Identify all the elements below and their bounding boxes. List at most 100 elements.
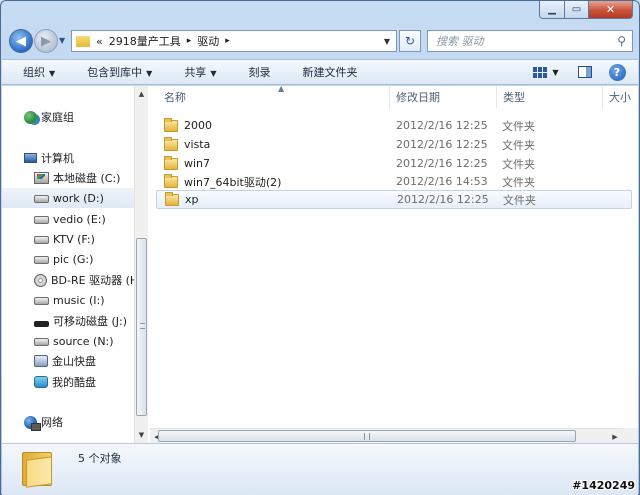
folder-icon (164, 155, 178, 170)
cloud-drive-icon (34, 376, 48, 388)
nav-item-drive-j[interactable]: 可移动磁盘 (J:) (2, 311, 134, 331)
nav-item-network[interactable]: 网络 (24, 412, 134, 432)
breadcrumb-separator[interactable]: ▸ (225, 36, 230, 46)
back-button[interactable]: ◀ (9, 29, 33, 53)
nav-item-label: pic (G:) (53, 252, 94, 266)
nav-item-drive-e[interactable]: vedio (E:) (2, 209, 134, 229)
file-name: xp (185, 193, 199, 206)
column-header-name[interactable]: 名称 ▲ (158, 84, 390, 108)
folder-icon (76, 35, 90, 47)
new-folder-button[interactable]: 新建文件夹 (282, 64, 369, 80)
drive-icon (34, 338, 49, 346)
share-menu[interactable]: 共享 ▼ (164, 64, 228, 80)
nav-item-label: 金山快盘 (52, 355, 96, 368)
file-list-pane: 名称 ▲ 修改日期 类型 大小 2000 2012/2/16 12:25 文件夹 (150, 84, 638, 443)
nav-item-drive-g[interactable]: pic (G:) (2, 249, 134, 269)
change-view-button[interactable]: ▼ (528, 62, 564, 82)
file-type: 文件夹 (502, 175, 535, 189)
disc-drive-icon (34, 273, 47, 287)
column-header-type[interactable]: 类型 (497, 86, 603, 108)
breadcrumb-2918[interactable]: 2918量产工具 (109, 33, 181, 49)
file-type: 文件夹 (502, 138, 535, 152)
forward-button[interactable]: ▶ (34, 29, 58, 53)
file-row[interactable]: win7 2012/2/16 12:25 文件夹 (156, 154, 632, 173)
preview-pane-button[interactable] (574, 62, 596, 82)
breadcrumb-drivers[interactable]: 驱动 (197, 33, 219, 49)
recent-pages-dropdown[interactable]: ▼ (59, 36, 65, 45)
explorer-window: ▁ ▭ ✕ ◀ ▶ ▼ « 2918量产工具 ▸ 驱动 ▸ ▼ ↻ 搜索 驱动 … (0, 0, 640, 495)
file-name: 2000 (184, 119, 212, 132)
file-date: 2012/2/16 12:25 (396, 119, 488, 132)
folder-icon (165, 191, 179, 206)
folder-icon (164, 136, 178, 151)
network-icon (24, 415, 41, 431)
nav-item-label: 我的酷盘 (52, 376, 96, 389)
file-name-cell: xp (165, 191, 199, 206)
drive-icon (34, 195, 49, 203)
nav-item-kupan[interactable]: 我的酷盘 (2, 372, 134, 392)
include-label: 包含到库中 (87, 66, 143, 79)
nav-item-homegroup[interactable]: 家庭组 (24, 107, 134, 127)
column-headers: 名称 ▲ 修改日期 类型 大小 (150, 84, 638, 108)
caption-buttons: ▁ ▭ ✕ (539, 1, 633, 19)
address-bar[interactable]: « 2918量产工具 ▸ 驱动 ▸ ▼ (71, 30, 397, 52)
nav-item-label: vedio (E:) (53, 212, 106, 226)
file-type: 文件夹 (502, 119, 535, 133)
search-icon[interactable]: ⚲ (617, 34, 626, 48)
view-grid-icon (533, 66, 548, 78)
scroll-down-icon[interactable]: ▼ (135, 427, 148, 443)
scrollbar-thumb[interactable] (158, 430, 576, 442)
preview-pane-icon (578, 66, 592, 78)
command-bar-right: ▼ ? (528, 62, 638, 82)
file-date: 2012/2/16 12:25 (396, 157, 488, 170)
file-row[interactable]: vista 2012/2/16 12:25 文件夹 (156, 135, 632, 154)
scroll-up-icon[interactable]: ▲ (135, 86, 148, 102)
search-input[interactable]: 搜索 驱动 ⚲ (427, 30, 633, 52)
drive-icon (34, 216, 49, 224)
nav-item-kuaipan[interactable]: 金山快盘 (2, 351, 134, 371)
chevron-down-icon: ▼ (210, 69, 217, 78)
nav-item-label: music (I:) (53, 293, 105, 307)
nav-item-drive-i[interactable]: music (I:) (2, 290, 134, 310)
chevron-down-icon: ▼ (552, 67, 559, 77)
usb-drive-icon (34, 321, 49, 327)
column-modified-label: 修改日期 (396, 91, 440, 104)
breadcrumb-overflow[interactable]: « (96, 35, 103, 48)
scroll-right-icon[interactable]: ▶ (608, 429, 622, 444)
nav-item-drive-d[interactable]: work (D:) (2, 188, 134, 208)
refresh-button[interactable]: ↻ (399, 30, 421, 52)
chevron-down-icon: ▼ (49, 69, 56, 78)
file-row[interactable]: 2000 2012/2/16 12:25 文件夹 (156, 116, 632, 135)
address-dropdown-icon[interactable]: ▼ (380, 31, 394, 51)
horizontal-scrollbar[interactable]: ◀ ▶ (150, 428, 622, 443)
include-in-library-menu[interactable]: 包含到库中 ▼ (67, 64, 164, 80)
nav-item-drive-h[interactable]: BD-RE 驱动器 (H (2, 270, 134, 290)
file-name: vista (184, 138, 211, 151)
nav-item-drive-n[interactable]: source (N:) (2, 331, 134, 351)
navigation-scrollbar[interactable]: ▲ ▼ (134, 86, 148, 443)
refresh-icon: ↻ (404, 34, 416, 48)
details-pane: 5 个对象 (2, 443, 638, 495)
scrollbar-thumb[interactable] (136, 238, 147, 416)
column-header-modified[interactable]: 修改日期 (390, 86, 497, 108)
file-row[interactable]: win7_64bit驱动(2) 2012/2/16 14:53 文件夹 (156, 172, 632, 191)
file-row[interactable]: xp 2012/2/16 12:25 文件夹 (156, 190, 632, 209)
breadcrumb-separator[interactable]: ▸ (187, 36, 192, 46)
organize-menu[interactable]: 组织 ▼ (2, 64, 67, 80)
file-type: 文件夹 (502, 157, 535, 171)
minimize-button[interactable]: ▁ (539, 1, 565, 19)
file-name-cell: vista (164, 136, 211, 151)
burn-button[interactable]: 刻录 (228, 64, 282, 80)
local-disk-icon (34, 172, 49, 184)
nav-item-drive-c[interactable]: 本地磁盘 (C:) (2, 168, 134, 188)
nav-item-drive-f[interactable]: KTV (F:) (2, 229, 134, 249)
close-button[interactable]: ✕ (589, 1, 633, 19)
maximize-button[interactable]: ▭ (565, 1, 589, 19)
content-area: 家庭组 计算机 本地磁盘 (C:) work (D:) vedio (E:) K… (2, 84, 638, 443)
nav-item-computer[interactable]: 计算机 (24, 148, 134, 168)
file-date: 2012/2/16 12:25 (396, 138, 488, 151)
column-header-size[interactable]: 大小 (603, 86, 638, 108)
folder-icon (164, 117, 178, 132)
help-button[interactable]: ? (606, 62, 628, 82)
drive-icon (34, 236, 49, 244)
